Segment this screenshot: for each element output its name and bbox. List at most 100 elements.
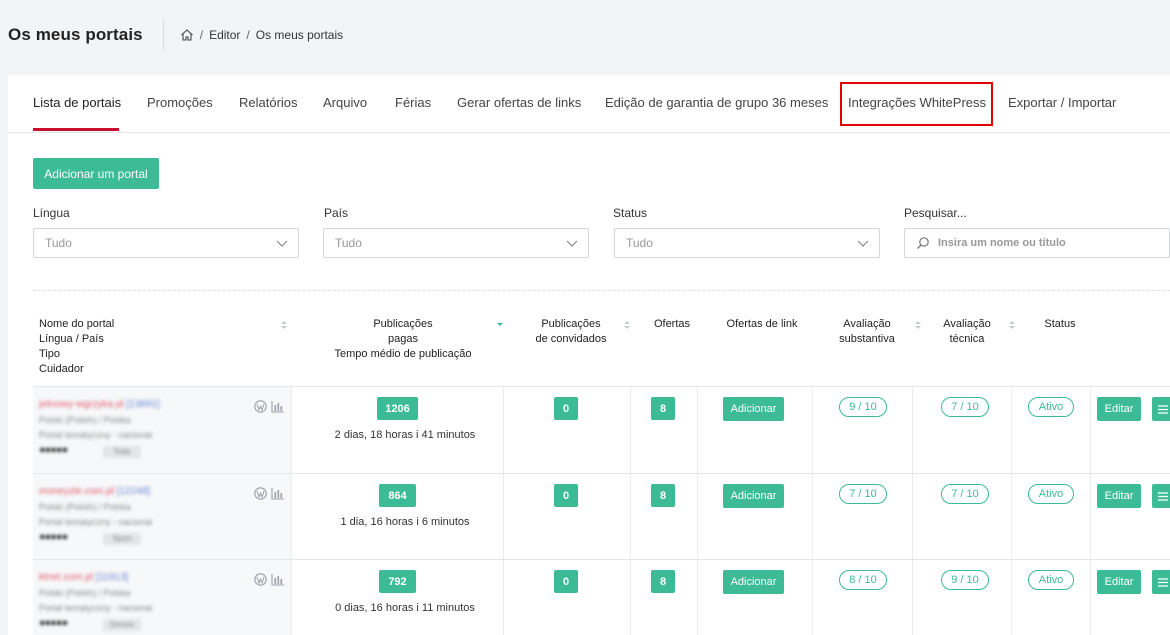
offers-count[interactable]: 8 [651, 397, 675, 420]
header-caretaker: Cuidador [39, 363, 84, 375]
portal-language-text: Polski (Polish) / Polska [39, 502, 131, 512]
header-offers[interactable]: Ofertas [639, 317, 705, 332]
header-paid-line1: Publicações [373, 318, 433, 330]
edit-button[interactable]: Editar [1097, 397, 1141, 421]
portal-name-link[interactable]: ktnet.com.pl [11913] [39, 572, 128, 583]
substantive-rating-badge: 9 / 10 [839, 397, 887, 417]
portal-info-blurred: jetnowy-wgrzyka.pl [13891] Polski (Polis… [33, 393, 233, 471]
divider [630, 474, 631, 560]
header-guest-publications[interactable]: Publicações de convidados [521, 317, 621, 347]
avg-publication-time: 1 dia, 16 horas i 6 minutos [340, 516, 470, 528]
header-portal[interactable]: Nome do portal Língua / País Tipo Cuidad… [39, 317, 114, 377]
top-bar: Os meus portais / Editor / Os meus porta… [0, 0, 1170, 70]
tab-group-guarantee[interactable]: Edição de garantia de grupo 36 meses [605, 95, 828, 110]
tab-portal-list[interactable]: Lista de portais [33, 95, 121, 110]
header-language-country: Língua / País [39, 333, 104, 345]
sort-icon[interactable] [280, 320, 288, 330]
country-select-value: Tudo [335, 236, 362, 250]
wordpress-icon[interactable] [254, 487, 267, 500]
offers-count[interactable]: 8 [651, 484, 675, 507]
header-link-offers[interactable]: Ofertas de link [705, 317, 819, 332]
wordpress-icon[interactable] [254, 573, 267, 586]
portal-info-blurred: ktnet.com.pl [11913] Polski (Polish) / P… [33, 566, 233, 635]
row-menu-button[interactable] [1152, 570, 1170, 594]
divider [1011, 560, 1012, 635]
chevron-down-icon [566, 240, 578, 247]
tab-promotions[interactable]: Promoções [147, 95, 213, 110]
tab-export-import[interactable]: Exportar / Importar [1008, 95, 1116, 110]
header-technical-line1: Avaliação [943, 318, 991, 330]
paid-publications-count[interactable]: 792 [379, 570, 416, 593]
substantive-rating-badge: 7 / 10 [839, 484, 887, 504]
breadcrumb-separator: / [246, 28, 250, 42]
header-substantive-rating[interactable]: Avaliação substantiva [819, 317, 915, 347]
portal-id: [11913] [95, 572, 129, 583]
paid-publications-count[interactable]: 1206 [377, 397, 418, 420]
avg-publication-time: 0 dias, 16 horas i 11 minutos [335, 602, 475, 614]
header-paid-publications[interactable]: Publicações pagas Tempo médio de publica… [299, 317, 507, 362]
divider [291, 474, 292, 560]
add-link-offer-button[interactable]: Adicionar [723, 397, 784, 421]
sort-icon[interactable] [1008, 320, 1016, 330]
divider [912, 387, 913, 473]
search-input[interactable] [938, 237, 1158, 249]
tab-reports[interactable]: Relatórios [239, 95, 298, 110]
portal-name-link[interactable]: jetnowy-wgrzyka.pl [13891] [39, 399, 160, 410]
portal-language: Polski (Polish) / Polska [39, 415, 131, 425]
guest-publications-count[interactable]: 0 [554, 397, 578, 420]
breadcrumb-separator: / [199, 28, 204, 42]
tab-holidays[interactable]: Férias [395, 95, 431, 110]
divider [291, 560, 292, 635]
home-icon[interactable] [180, 28, 194, 42]
add-link-offer-button[interactable]: Adicionar [723, 484, 784, 508]
breadcrumb: / Editor / Os meus portais [180, 28, 343, 42]
bar-chart-icon[interactable] [271, 573, 285, 586]
header-portal-name: Nome do portal [39, 318, 115, 330]
add-portal-button[interactable]: Adicionar um portal [33, 158, 159, 189]
star-rating: ●●●●● [39, 444, 68, 456]
technical-rating-badge: 9 / 10 [941, 570, 989, 590]
portal-name-link[interactable]: moneyzle.com.pl [12248] [39, 486, 150, 497]
portal-language: Polski (Polish) / Polska [39, 588, 131, 598]
tab-archive[interactable]: Arquivo [323, 95, 367, 110]
status-select[interactable]: Tudo [614, 228, 880, 258]
paid-publications-count[interactable]: 864 [379, 484, 416, 507]
edit-button[interactable]: Editar [1097, 484, 1141, 508]
header-type: Tipo [39, 348, 60, 360]
breadcrumb-editor[interactable]: Editor [209, 28, 240, 42]
edit-button[interactable]: Editar [1097, 570, 1141, 594]
hamburger-menu-icon [1158, 577, 1168, 587]
header-status[interactable]: Status [1023, 317, 1097, 332]
table-row: jetnowy-wgrzyka.pl [13891] Polski (Polis… [33, 386, 1170, 473]
bar-chart-icon[interactable] [271, 400, 285, 413]
tab-generate-link-offers[interactable]: Gerar ofertas de links [457, 95, 581, 110]
header-technical-rating[interactable]: Avaliação técnica [919, 317, 1015, 347]
filter-country-label: País [324, 206, 349, 220]
status-badge: Ativo [1028, 397, 1074, 417]
search-icon [917, 237, 929, 249]
divider [630, 387, 631, 473]
header-substantive-line2: substantiva [839, 333, 895, 345]
guest-publications-count[interactable]: 0 [554, 484, 578, 507]
technical-rating-badge: 7 / 10 [941, 484, 989, 504]
portal-id: [12248] [116, 486, 151, 497]
offers-count[interactable]: 8 [651, 570, 675, 593]
divider [1011, 387, 1012, 473]
country-select[interactable]: Tudo [323, 228, 589, 258]
search-box[interactable] [904, 228, 1170, 258]
guest-publications-count[interactable]: 0 [554, 570, 578, 593]
sort-icon[interactable] [496, 320, 504, 330]
sort-icon[interactable] [623, 320, 631, 330]
wordpress-icon[interactable] [254, 400, 267, 413]
add-link-offer-button[interactable]: Adicionar [723, 570, 784, 594]
row-menu-button[interactable] [1152, 397, 1170, 421]
category-chip: Tode [103, 446, 141, 458]
divider [697, 560, 698, 635]
header-guest-line1: Publicações [541, 318, 601, 330]
bar-chart-icon[interactable] [271, 487, 285, 500]
language-select[interactable]: Tudo [33, 228, 299, 258]
status-badge: Ativo [1028, 484, 1074, 504]
active-tab-indicator [33, 128, 119, 131]
filter-language-label: Língua [33, 206, 70, 220]
row-menu-button[interactable] [1152, 484, 1170, 508]
